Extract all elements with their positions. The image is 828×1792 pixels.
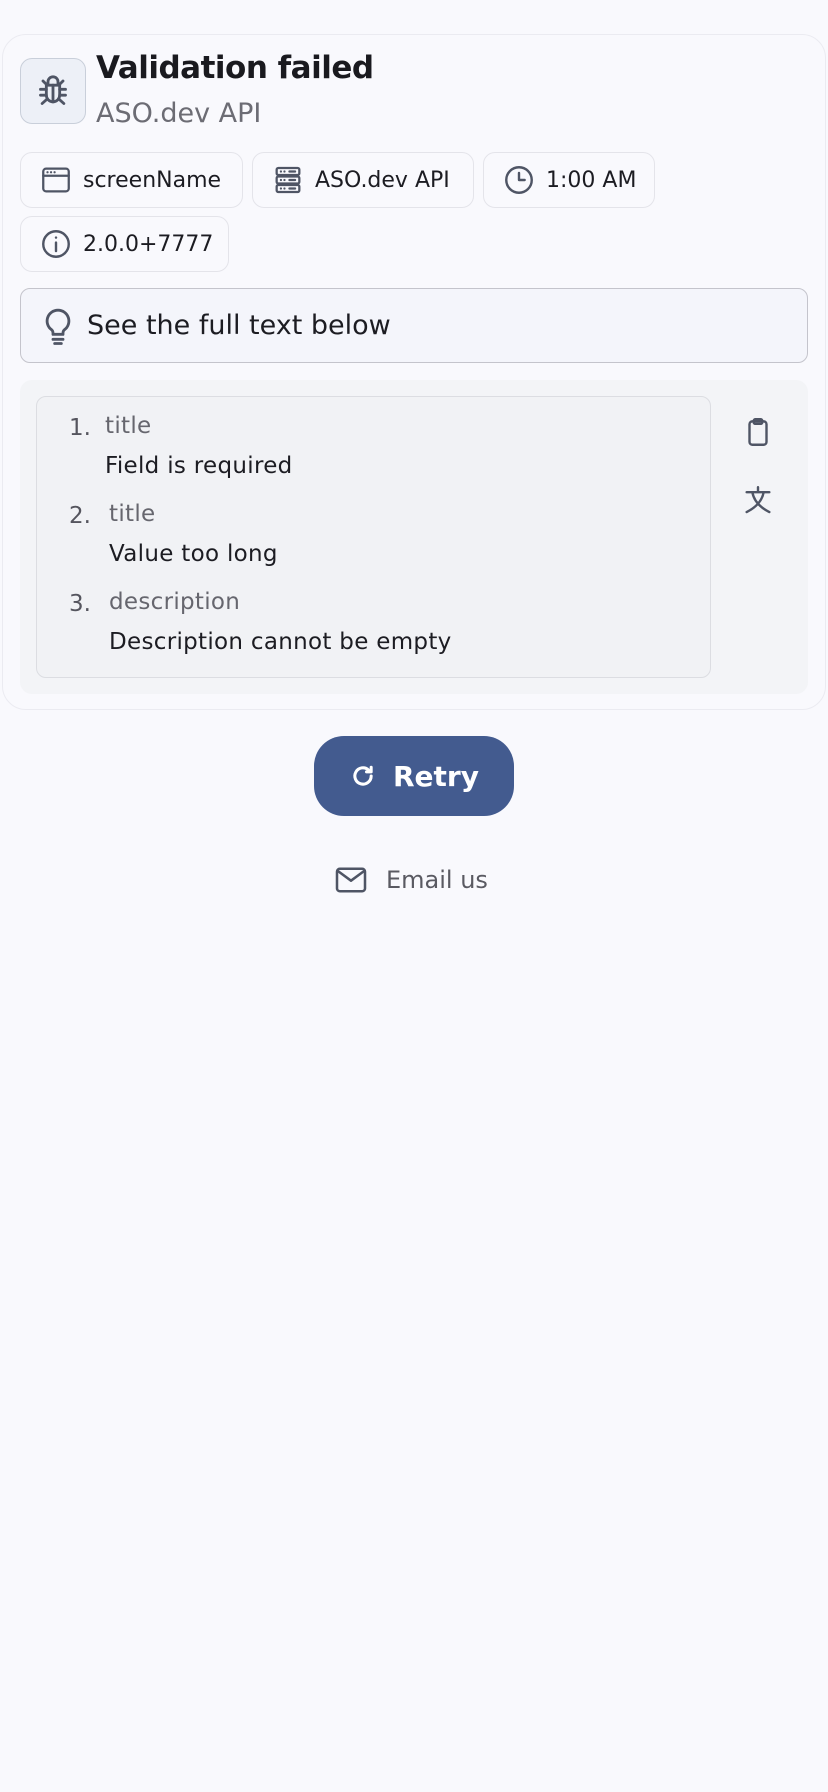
error-number: 2.	[69, 503, 91, 529]
lightbulb-icon	[45, 308, 71, 345]
hint-banner: See the full text below	[20, 288, 808, 363]
error-message: Description cannot be empty	[109, 629, 452, 655]
info-icon	[42, 230, 70, 258]
bug-icon	[39, 75, 67, 105]
chip-label: ASO.dev API	[315, 167, 450, 193]
retry-label: Retry	[393, 759, 479, 793]
error-message: Field is required	[105, 453, 293, 479]
email-label: Email us	[386, 866, 488, 894]
refresh-icon	[353, 765, 373, 786]
errors-panel: 1. title Field is required 2. title Valu…	[20, 380, 808, 694]
chip-time: 1:00 AM	[483, 152, 655, 208]
mail-icon	[335, 867, 367, 893]
chip-service: ASO.dev API	[252, 152, 474, 208]
chip-version: 2.0.0+7777	[20, 216, 229, 272]
translate-icon	[745, 486, 771, 514]
chip-label: 1:00 AM	[546, 167, 637, 193]
error-title: Validation failed	[96, 50, 374, 86]
error-number: 1.	[69, 415, 91, 441]
errors-list: 1. title Field is required 2. title Valu…	[36, 396, 711, 678]
clock-icon	[505, 166, 533, 194]
translate-button[interactable]	[736, 478, 780, 522]
window-icon	[42, 167, 70, 193]
email-us-link[interactable]: Email us	[334, 860, 488, 900]
server-icon	[275, 166, 301, 194]
chip-screen-name: screenName	[20, 152, 243, 208]
hint-text: See the full text below	[87, 310, 391, 341]
copy-button[interactable]	[736, 410, 780, 454]
retry-button[interactable]: Retry	[314, 736, 514, 816]
chip-label: 2.0.0+7777	[83, 231, 214, 257]
error-field: title	[109, 501, 156, 527]
error-number: 3.	[69, 591, 91, 617]
chip-label: screenName	[83, 167, 222, 193]
error-field: description	[109, 589, 241, 615]
error-field: title	[105, 413, 152, 439]
error-message: Value too long	[109, 541, 278, 567]
clipboard-icon	[748, 418, 768, 446]
error-icon-tile	[20, 58, 86, 124]
error-source: ASO.dev API	[96, 98, 262, 129]
